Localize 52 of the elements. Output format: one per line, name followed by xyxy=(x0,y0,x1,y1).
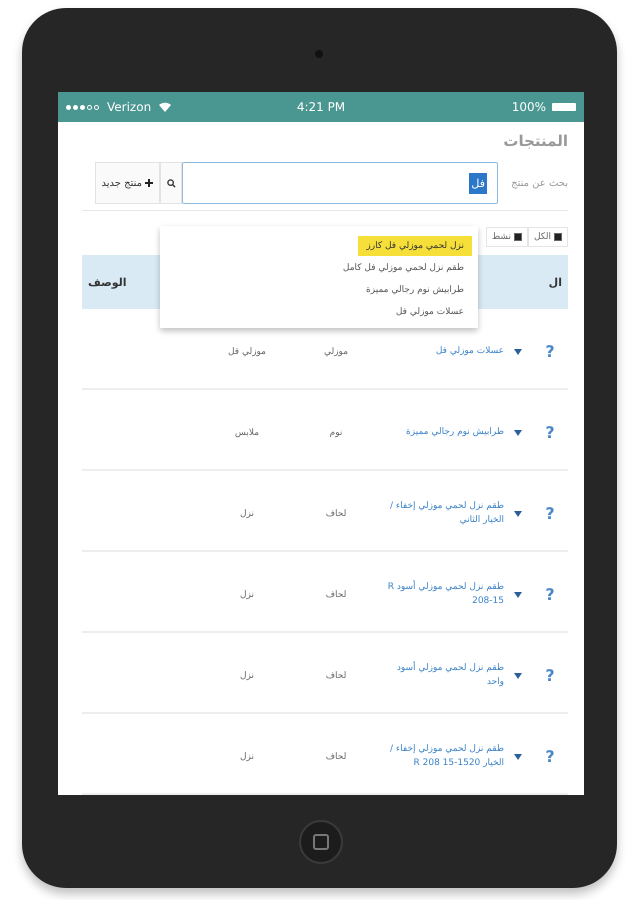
table-cell-text: نوم xyxy=(328,428,344,438)
caret-icon[interactable] xyxy=(514,754,522,760)
help-icon[interactable]: ? xyxy=(532,342,568,361)
battery-icon xyxy=(552,103,576,111)
product-link[interactable]: عسلات موزلي فل xyxy=(380,344,504,358)
table-cell-text: نزل xyxy=(238,590,255,600)
filter-checkbox[interactable]: نشط xyxy=(486,227,528,247)
suggestion-item[interactable]: عسلات موزلي فل xyxy=(388,302,472,322)
page-title: المنتجات xyxy=(503,132,568,150)
search-button[interactable] xyxy=(160,162,182,204)
caret-icon[interactable] xyxy=(514,430,522,436)
suggestion-item[interactable]: طقم نزل لحمي موزلي فل كامل xyxy=(334,258,472,278)
column-header: الوصف xyxy=(88,276,127,288)
table-cell-text: ملابس xyxy=(234,428,260,438)
caret-icon[interactable] xyxy=(514,510,522,516)
product-link[interactable]: طرابيش نوم رجالي مميزة xyxy=(380,426,504,440)
help-icon[interactable]: ? xyxy=(532,666,568,685)
caret-icon[interactable] xyxy=(514,592,522,598)
product-link[interactable]: طقم نزل لحمي موزلي أسود R 208-15 xyxy=(380,581,504,608)
help-icon[interactable]: ? xyxy=(532,585,568,604)
table-cell-text: نزل xyxy=(238,508,255,518)
help-icon[interactable]: ? xyxy=(532,747,568,766)
table-cell-text: لحاف xyxy=(324,670,348,680)
product-link[interactable]: طقم نزل لحمي موزلي أسود واحد xyxy=(380,662,504,689)
table-cell-text: موزلي xyxy=(322,346,350,356)
clock: 4:21 PM xyxy=(296,100,346,114)
suggestion-item[interactable]: طرابيش نوم رجالي مميزة xyxy=(358,280,472,300)
add-product-button[interactable]: منتج جديد xyxy=(94,162,160,204)
column-header: ال xyxy=(548,276,562,288)
caret-icon[interactable] xyxy=(514,348,522,354)
table-cell-text: موزلي فل xyxy=(226,346,268,356)
table-cell-text: لحاف xyxy=(324,508,348,518)
home-button[interactable] xyxy=(299,820,343,864)
caret-icon[interactable] xyxy=(514,672,522,678)
table-cell-text: لحاف xyxy=(324,590,348,600)
filter-checkbox[interactable]: الكل xyxy=(528,227,568,247)
table-cell-text: نزل xyxy=(238,752,255,762)
product-link[interactable]: طقم نزل لحمي موزلي إخفاء / الخيار 1520-15 R 208 xyxy=(380,743,504,770)
search-icon xyxy=(166,178,176,188)
search-field[interactable]: فل xyxy=(182,162,498,204)
product-link[interactable]: طقم نزل لحمي موزلي إخفاء / الخيار الثاني xyxy=(380,500,504,527)
carrier-name: Verizon xyxy=(107,100,152,114)
search-label: بحث عن منتج xyxy=(511,178,568,188)
help-icon[interactable]: ? xyxy=(532,423,568,442)
wifi-icon xyxy=(159,102,172,112)
suggestion-item[interactable]: نزل لحمي موزلي فل كارز xyxy=(358,236,472,256)
table-cell-text: لحاف xyxy=(324,752,348,762)
plus-icon xyxy=(145,179,153,187)
table-cell-text: نزل xyxy=(238,670,255,680)
battery-percent: 100% xyxy=(512,100,546,114)
signal-icon xyxy=(66,104,99,110)
help-icon[interactable]: ? xyxy=(532,504,568,523)
